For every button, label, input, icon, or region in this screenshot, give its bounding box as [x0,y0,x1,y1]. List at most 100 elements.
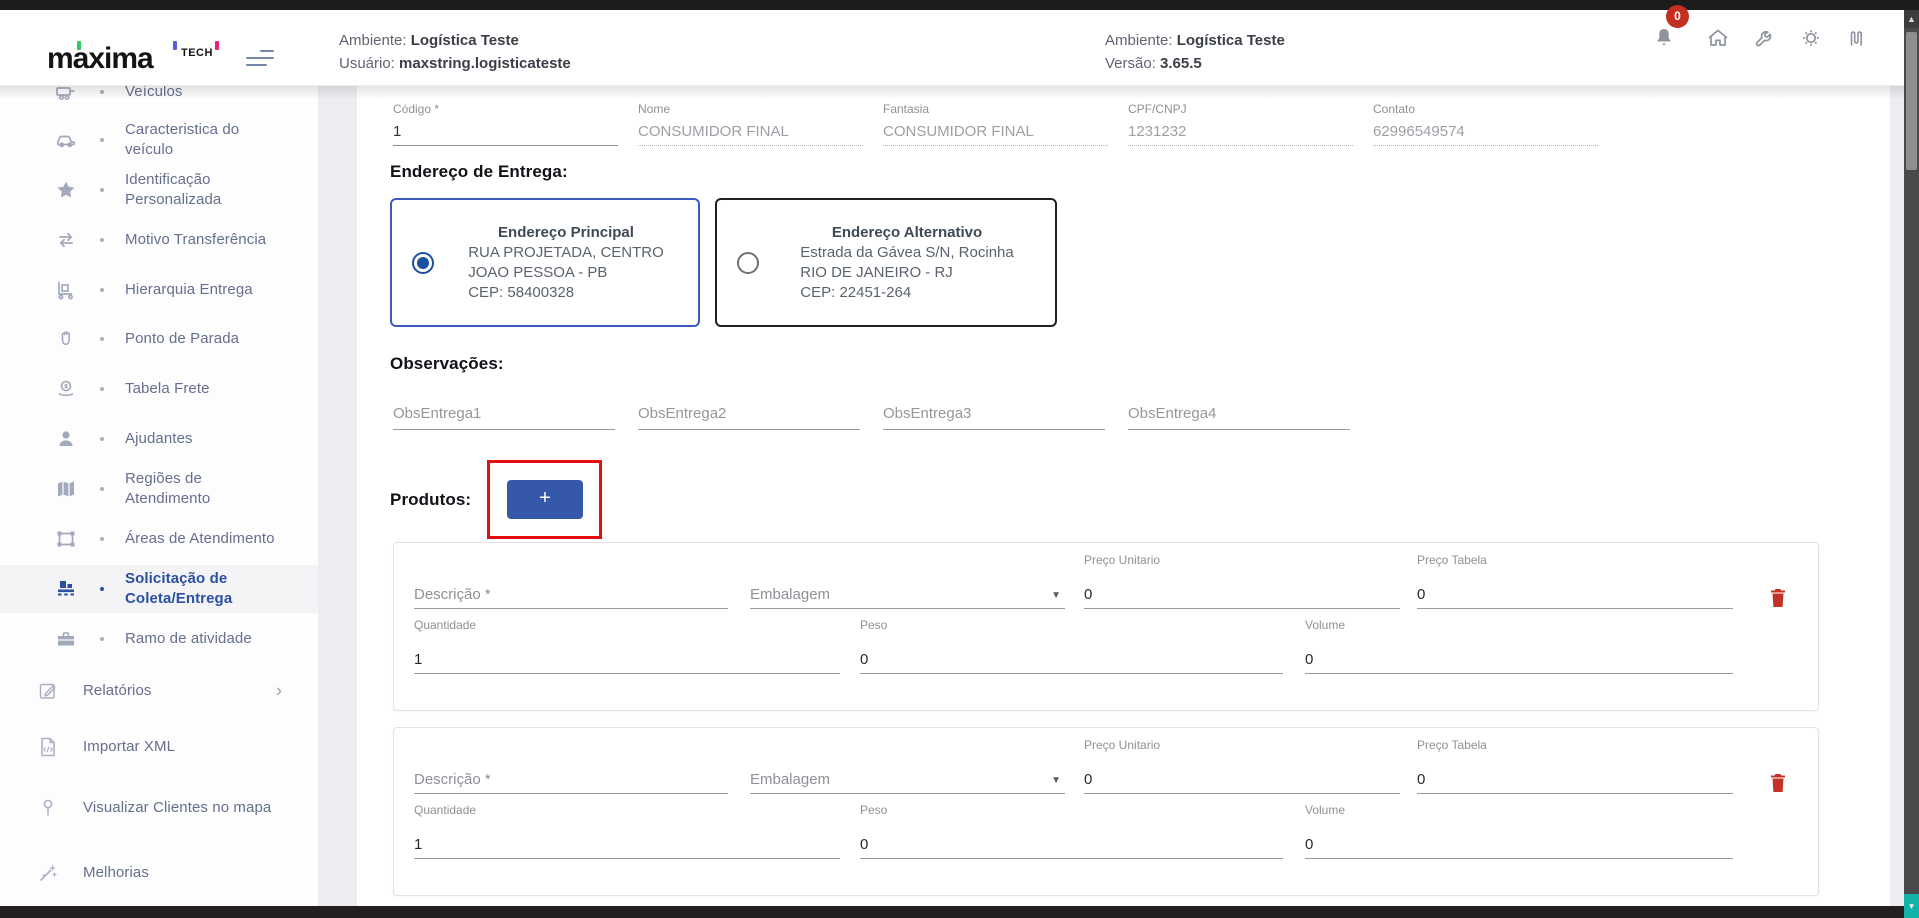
descricao-placeholder: Descrição * [414,771,491,788]
sidebar-item-melhorias[interactable]: Melhorias [0,849,318,897]
quantidade-value: 1 [414,651,422,668]
area-frame-icon [54,527,78,551]
sidebar-item-ajudantes[interactable]: Ajudantes [0,415,318,463]
obs-entrega-4-input[interactable]: ObsEntrega4 [1128,396,1350,430]
bullet-dot [100,288,104,292]
preco-tabela-value: 0 [1417,771,1425,788]
volume-value: 0 [1305,651,1313,668]
main-form-panel: Código * 1 Nome CONSUMIDOR FINAL Fantasi… [357,86,1890,906]
quantidade-input[interactable]: Quantidade 1 [414,618,840,674]
cpf-cnpj-label: CPF/CNPJ [1128,102,1353,116]
wrench-icon[interactable] [1753,26,1777,50]
bullet-dot [100,188,104,192]
obs-entrega-2-input[interactable]: ObsEntrega2 [638,396,860,430]
address-line2: RIO DE JANEIRO - RJ [800,263,1013,283]
hand-stop-icon [54,327,78,351]
sidebar-item-regioes-atendimento[interactable]: Regiões de Atendimento [0,465,318,513]
delete-product-trash-icon[interactable] [1768,587,1790,611]
notifications-bell-icon[interactable] [1652,26,1676,50]
sidebar-item-label: Veículos [125,86,275,102]
logo-text: maxima [47,42,153,75]
sidebar-item-label: Regiões de Atendimento [125,469,275,509]
peso-value: 0 [860,836,868,853]
codigo-value: 1 [393,123,618,140]
window-top-strip [0,0,1919,10]
sidebar-item-label: Relatórios [83,681,273,701]
preco-tabela-input[interactable]: Preço Tabela 0 [1417,738,1733,794]
environment-info-left: Ambiente: Logística Teste Usuário: maxst… [339,29,571,75]
menu-toggle-icon[interactable] [246,50,276,68]
sidebar-item-areas-atendimento[interactable]: Áreas de Atendimento [0,515,318,563]
peso-value: 0 [860,651,868,668]
address-line1: Estrada da Gávea S/N, Rocinha [800,243,1013,263]
quantidade-input[interactable]: Quantidade 1 [414,803,840,859]
peso-input[interactable]: Peso 0 [860,618,1283,674]
versao-value: 3.65.5 [1160,55,1202,72]
sidebar-item-label: Ramo de atividade [125,629,275,649]
pallet-icon [54,577,78,601]
sidebar-item-ramo-atividade[interactable]: Ramo de atividade [0,615,318,663]
sidebar-item-ponto-de-parada[interactable]: Ponto de Parada [0,315,318,363]
sidebar-item-tabela-frete[interactable]: Tabela Frete [0,365,318,413]
nome-label: Nome [638,102,863,116]
embalagem-placeholder: Embalagem [750,771,830,788]
sidebar-item-importar-xml[interactable]: Importar XML [0,723,318,771]
contato-label: Contato [1373,102,1598,116]
versao-label: Versão: [1105,55,1156,72]
settings-gear-icon[interactable] [1799,26,1823,50]
address-cep: CEP: 22451-264 [800,283,1013,303]
peso-label: Peso [860,803,887,817]
sidebar-item-caracteristica-veiculo[interactable]: Caracteristica do veículo [0,116,318,164]
bullet-dot [100,387,104,391]
sidebar-item-solicitacao-coleta-entrega[interactable]: Solicitação de Coleta/Entrega [0,565,318,613]
chevron-right-icon: › [276,681,282,702]
sidebar-item-veiculos[interactable]: Veículos [0,86,318,116]
report-edit-icon [36,679,60,703]
embalagem-select[interactable]: Embalagem ▼ [750,553,1065,609]
sidebar-item-relatorios[interactable]: Relatórios › [0,667,318,715]
sidebar-item-label: Tabela Frete [125,379,275,399]
observacoes-heading: Observações: [390,354,504,374]
page-scrollbar[interactable]: ▲ [1904,10,1919,906]
radio-selected-icon[interactable] [412,252,434,274]
bullet-dot [100,637,104,641]
peso-input[interactable]: Peso 0 [860,803,1283,859]
obs-entrega-3-input[interactable]: ObsEntrega3 [883,396,1105,430]
descricao-input[interactable]: Descrição * [414,553,728,609]
delete-product-trash-icon[interactable] [1768,772,1790,796]
preco-unitario-input[interactable]: Preço Unitario 0 [1084,738,1400,794]
radio-unselected-icon[interactable] [737,252,759,274]
sidebar-item-motivo-transferencia[interactable]: Motivo Transferência [0,216,318,264]
preco-unitario-label: Preço Unitario [1084,553,1160,567]
home-icon[interactable] [1706,26,1730,50]
embalagem-select[interactable]: Embalagem ▼ [750,738,1065,794]
preco-tabela-input[interactable]: Preço Tabela 0 [1417,553,1733,609]
contato-value: 62996549574 [1373,123,1598,140]
sidebar-item-hierarquia-entrega[interactable]: Hierarquia Entrega [0,266,318,314]
endereco-alternativo-card[interactable]: Endereço Alternativo Estrada da Gávea S/… [715,198,1057,327]
codigo-field[interactable]: Código * 1 [393,102,618,146]
cpf-cnpj-value: 1231232 [1128,123,1353,140]
bullet-dot [100,138,104,142]
descricao-input[interactable]: Descrição * [414,738,728,794]
volume-value: 0 [1305,836,1313,853]
scroll-bottom-teal-button[interactable]: ▾ [1904,894,1919,918]
endereco-principal-card[interactable]: Endereço Principal RUA PROJETADA, CENTRO… [390,198,700,327]
obs-entrega-4-value: ObsEntrega4 [1128,405,1216,422]
briefcase-icon [54,627,78,651]
sidebar-item-visualizar-clientes-mapa[interactable]: Visualizar Clientes no mapa [0,784,318,832]
scroll-up-arrow-icon[interactable]: ▲ [1904,10,1919,28]
route-n-icon[interactable] [1846,26,1870,50]
preco-unitario-input[interactable]: Preço Unitario 0 [1084,553,1400,609]
volume-input[interactable]: Volume 0 [1305,618,1733,674]
address-title: Endereço Alternativo [800,223,1013,243]
preco-unitario-label: Preço Unitario [1084,738,1160,752]
volume-input[interactable]: Volume 0 [1305,803,1733,859]
obs-entrega-1-input[interactable]: ObsEntrega1 [393,396,615,430]
sidebar-item-identificacao-personalizada[interactable]: Identificação Personalizada [0,166,318,214]
preco-tabela-value: 0 [1417,586,1425,603]
person-icon [54,427,78,451]
scrollbar-thumb[interactable] [1906,32,1917,170]
content-gutter-left [318,86,357,906]
quantidade-label: Quantidade [414,618,476,632]
